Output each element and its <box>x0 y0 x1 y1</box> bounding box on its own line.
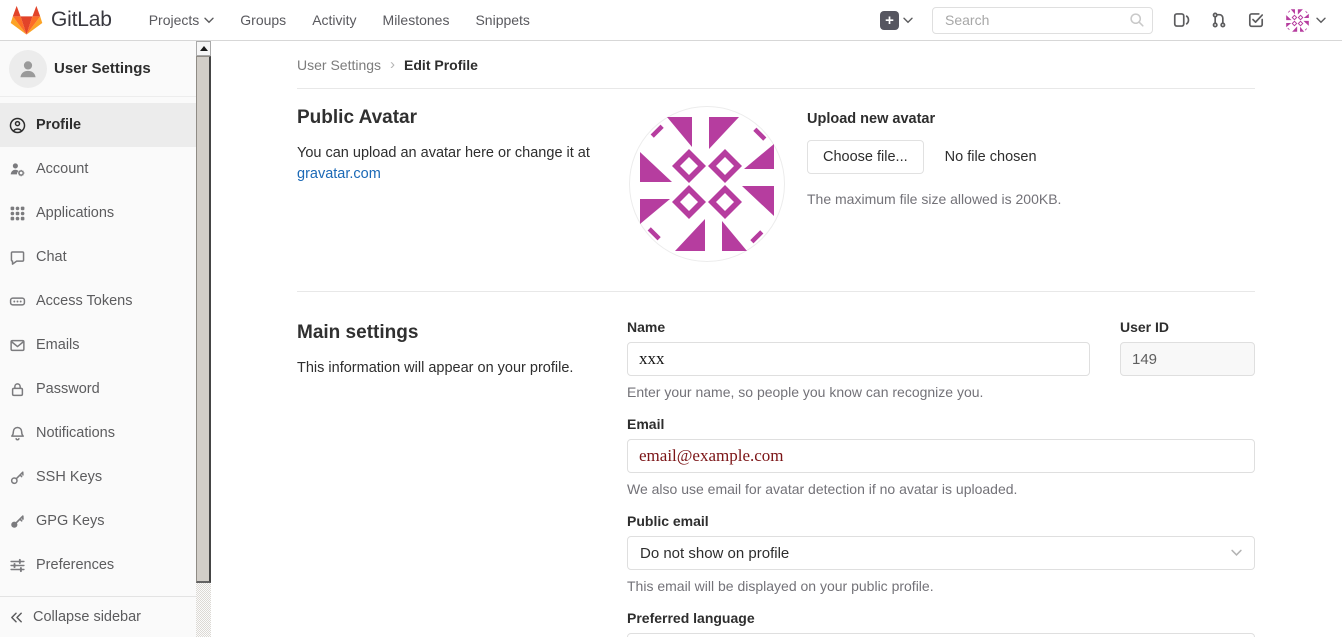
profile-avatar-image <box>627 104 787 264</box>
applications-icon <box>9 205 26 222</box>
issues-icon[interactable] <box>1172 11 1191 29</box>
gravatar-link[interactable]: gravatar.com <box>297 166 381 182</box>
section-description: This information will appear on your pro… <box>297 358 597 379</box>
todos-icon[interactable] <box>1247 11 1265 29</box>
main-content: User Settings › Edit Profile Public Avat… <box>211 41 1342 637</box>
preferred-language-field-group: Preferred language <box>627 610 1255 637</box>
collapse-sidebar-button[interactable]: Collapse sidebar <box>0 596 196 637</box>
name-label: Name <box>627 319 1090 335</box>
password-icon <box>9 381 26 398</box>
sidebar-scrollbar[interactable] <box>196 41 211 637</box>
sidebar-item-notifications[interactable]: Notifications <box>0 411 196 455</box>
nav-milestones[interactable]: Milestones <box>372 12 461 28</box>
email-field-group: Email We also use email for avatar detec… <box>627 416 1255 497</box>
search-input[interactable] <box>932 7 1153 34</box>
user-menu[interactable] <box>1284 7 1326 34</box>
preferred-language-label: Preferred language <box>627 610 1255 626</box>
scrollbar-thumb[interactable] <box>196 56 211 583</box>
settings-sidebar: User Settings Profile Account Applicatio… <box>0 41 196 637</box>
gitlab-home-link[interactable]: GitLab <box>10 5 112 36</box>
name-input[interactable] <box>627 342 1090 376</box>
merge-requests-icon[interactable] <box>1210 11 1228 29</box>
user-avatar <box>1284 7 1311 34</box>
name-field-group: Name <box>627 319 1090 376</box>
collapse-chevrons-icon <box>9 610 24 625</box>
sidebar-item-gpg-keys[interactable]: GPG Keys <box>0 499 196 543</box>
choose-file-button[interactable]: Choose file... <box>807 140 924 174</box>
sidebar-title: User Settings <box>54 60 151 77</box>
sidebar-item-access-tokens[interactable]: Access Tokens <box>0 279 196 323</box>
scroll-up-arrow[interactable] <box>196 41 211 56</box>
emails-icon <box>9 337 26 354</box>
gpg-keys-icon <box>9 513 26 530</box>
email-input[interactable] <box>627 439 1255 473</box>
nav-projects[interactable]: Projects <box>138 12 226 28</box>
section-description: You can upload an avatar here or change … <box>297 143 597 185</box>
public-email-help-text: This email will be displayed on your pub… <box>627 578 1255 594</box>
user-settings-avatar <box>9 50 47 88</box>
global-search <box>932 7 1153 34</box>
public-email-select[interactable]: Do not show on profile <box>627 536 1255 570</box>
gitlab-logo-icon <box>10 5 43 36</box>
breadcrumb-current: Edit Profile <box>404 57 478 73</box>
breadcrumb-separator: › <box>390 56 395 73</box>
public-email-label: Public email <box>627 513 1255 529</box>
profile-icon <box>9 117 26 134</box>
email-label: Email <box>627 416 1255 432</box>
chat-icon <box>9 249 26 266</box>
access-tokens-icon <box>9 293 26 310</box>
chevron-down-icon <box>903 17 913 24</box>
new-menu-button[interactable]: + <box>880 11 913 30</box>
primary-nav: Projects Groups Activity Milestones Snip… <box>138 12 541 28</box>
sidebar-item-chat[interactable]: Chat <box>0 235 196 279</box>
search-icon <box>1129 12 1145 28</box>
upload-avatar-title: Upload new avatar <box>807 111 1061 127</box>
public-avatar-section: Public Avatar You can upload an avatar h… <box>297 89 1255 292</box>
section-title: Public Avatar <box>297 107 627 129</box>
gitlab-wordmark: GitLab <box>51 8 112 32</box>
max-file-size-help: The maximum file size allowed is 200KB. <box>807 191 1061 207</box>
account-icon <box>9 161 26 178</box>
public-email-field-group: Public email Do not show on profile This… <box>627 513 1255 594</box>
sidebar-item-preferences[interactable]: Preferences <box>0 543 196 587</box>
plus-icon: + <box>880 11 899 30</box>
sidebar-item-applications[interactable]: Applications <box>0 191 196 235</box>
preferences-icon <box>9 557 26 574</box>
user-id-field-group: User ID <box>1120 319 1255 376</box>
user-id-input <box>1120 342 1255 376</box>
nav-groups[interactable]: Groups <box>229 12 297 28</box>
sidebar-item-password[interactable]: Password <box>0 367 196 411</box>
breadcrumb-user-settings[interactable]: User Settings <box>297 57 381 73</box>
notifications-icon <box>9 425 26 442</box>
breadcrumb: User Settings › Edit Profile <box>297 41 1255 89</box>
section-title: Main settings <box>297 322 627 344</box>
user-id-label: User ID <box>1120 319 1255 335</box>
email-help-text: We also use email for avatar detection i… <box>627 481 1255 497</box>
nav-activity[interactable]: Activity <box>301 12 367 28</box>
sidebar-item-ssh-keys[interactable]: SSH Keys <box>0 455 196 499</box>
sidebar-header: User Settings <box>0 41 196 97</box>
name-help-text: Enter your name, so people you know can … <box>627 384 1255 400</box>
nav-snippets[interactable]: Snippets <box>464 12 540 28</box>
sidebar-item-account[interactable]: Account <box>0 147 196 191</box>
ssh-keys-icon <box>9 469 26 486</box>
sidebar-menu: Profile Account Applications Chat Access… <box>0 97 196 587</box>
main-settings-section: Main settings This information will appe… <box>297 292 1255 637</box>
chevron-down-icon <box>1231 549 1242 557</box>
top-navbar: GitLab Projects Groups Activity Mileston… <box>0 0 1342 41</box>
chevron-down-icon <box>1316 17 1326 24</box>
no-file-chosen-text: No file chosen <box>945 149 1037 165</box>
sidebar-item-emails[interactable]: Emails <box>0 323 196 367</box>
preferred-language-select[interactable] <box>627 633 1255 637</box>
sidebar-item-profile[interactable]: Profile <box>0 103 196 147</box>
chevron-down-icon <box>204 17 214 24</box>
